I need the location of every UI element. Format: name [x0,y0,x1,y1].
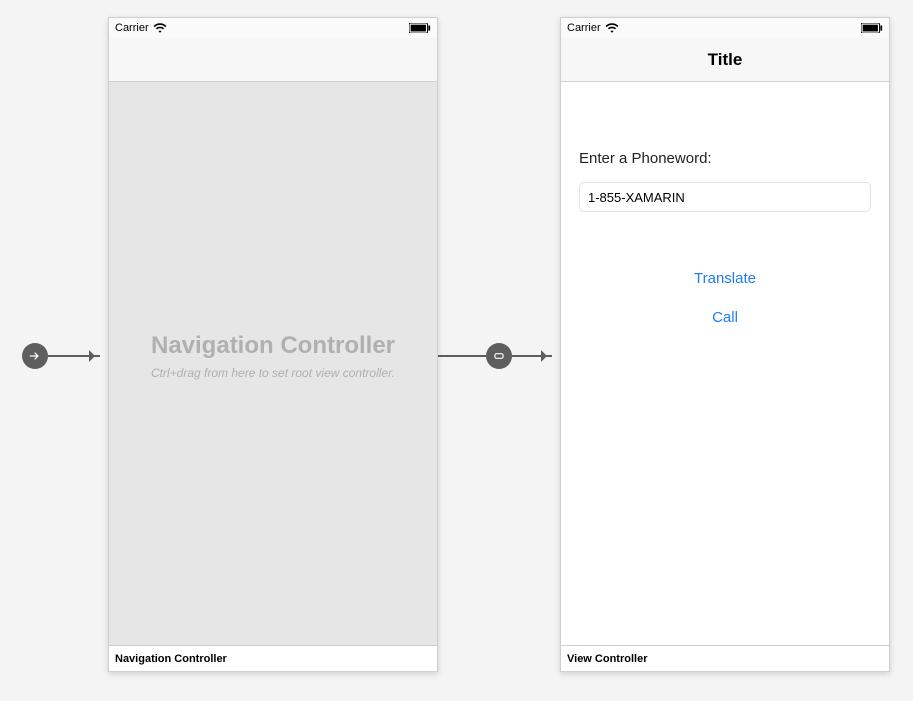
navigation-title: Title [708,50,743,70]
segue-line [438,355,486,357]
battery-icon [409,23,431,33]
carrier-label: Carrier [567,22,601,34]
phoneword-label: Enter a Phoneword: [579,150,712,167]
status-bar: Carrier [561,18,889,38]
view-controller-scene[interactable]: Carrier Title Enter a Phoneword: Transla… [560,17,890,672]
carrier-label: Carrier [115,22,149,34]
scene-footer-label: Navigation Controller [109,645,437,671]
phoneword-input[interactable] [579,182,871,212]
nav-controller-hint-label: Ctrl+drag from here to set root view con… [109,366,437,380]
root-relationship-segue-icon[interactable] [486,343,512,369]
navigation-controller-content: Navigation Controller Ctrl+drag from her… [109,82,437,645]
entry-arrow [48,355,100,357]
view-controller-content: Enter a Phoneword: Translate Call [561,82,889,645]
battery-icon [861,23,883,33]
scene-footer-label: View Controller [561,645,889,671]
segue-arrow [512,355,552,357]
navigation-bar-empty [109,38,437,82]
storyboard-entry-point-icon[interactable] [22,343,48,369]
nav-controller-title-label: Navigation Controller [109,332,437,360]
call-button[interactable]: Call [561,308,889,327]
wifi-icon [605,23,619,33]
navigation-bar: Title [561,38,889,82]
wifi-icon [153,23,167,33]
navigation-controller-scene[interactable]: Carrier Navigation Controller Ctrl+drag … [108,17,438,672]
status-bar: Carrier [109,18,437,38]
translate-button[interactable]: Translate [561,269,889,288]
